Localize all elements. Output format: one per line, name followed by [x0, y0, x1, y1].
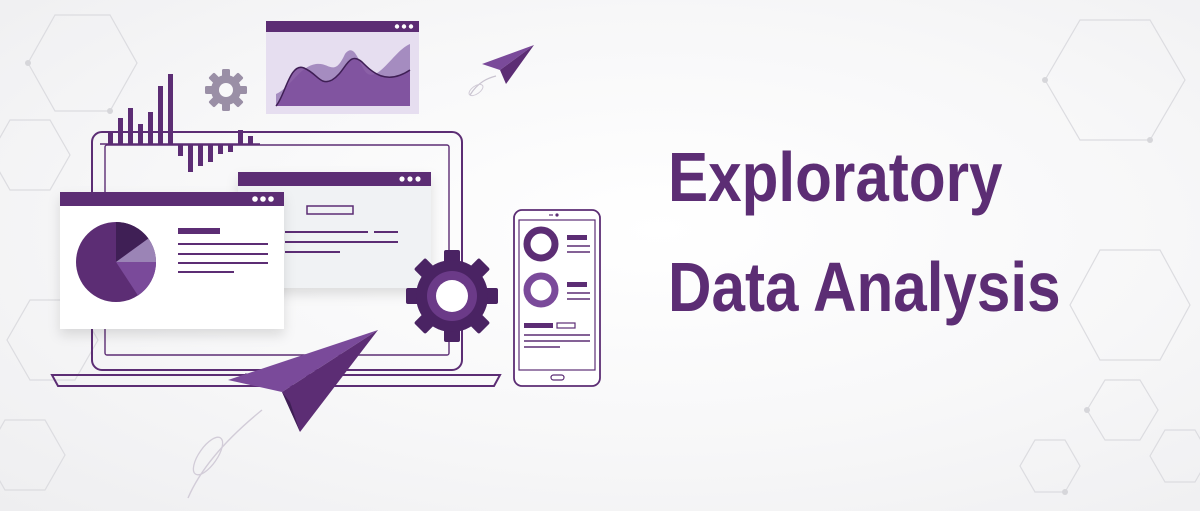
small-gear-icon	[205, 69, 247, 111]
pie-chart	[76, 221, 157, 302]
title-line-2: Data Analysis	[668, 248, 1061, 326]
area-chart-window-icon	[266, 21, 419, 114]
gear-icon	[406, 250, 498, 342]
title-line-1: Exploratory	[668, 138, 1003, 216]
smartphone-icon	[513, 209, 601, 387]
pie-chart-window-icon	[60, 192, 284, 329]
small-paper-plane-icon	[468, 45, 534, 97]
